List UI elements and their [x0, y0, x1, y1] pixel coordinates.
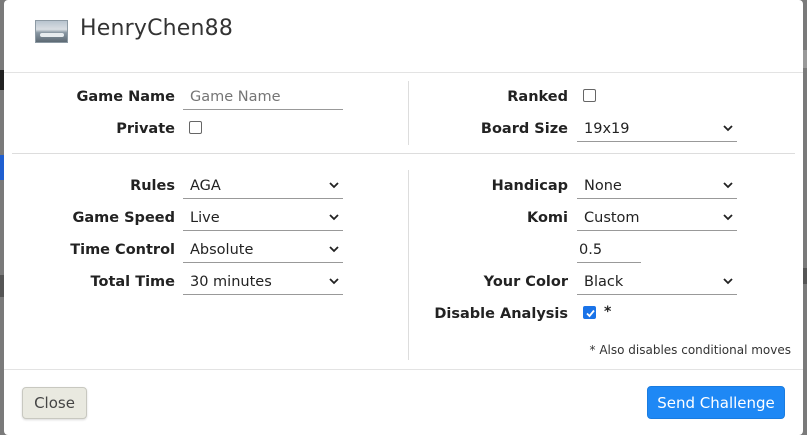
chevron-down-icon [329, 182, 339, 189]
disable-analysis-checkbox[interactable] [583, 306, 596, 319]
your-color-label: Your Color [483, 274, 568, 290]
avatar [35, 20, 68, 43]
disable-analysis-asterisk: * [604, 304, 612, 320]
your-color-value: Black [584, 274, 624, 290]
disable-analysis-label: Disable Analysis [434, 306, 568, 322]
private-checkbox[interactable] [189, 121, 202, 134]
game-speed-select[interactable]: Live [183, 205, 343, 231]
checkmark-icon [586, 309, 595, 318]
ranked-label: Ranked [507, 89, 568, 105]
challenge-dialog: HenryChen88 Game Name Private Ranked Boa… [4, 0, 803, 435]
section-divider [12, 153, 795, 154]
board-size-value: 19x19 [584, 121, 630, 137]
board-size-label: Board Size [480, 121, 568, 137]
total-time-value: 30 minutes [190, 274, 272, 290]
game-name-input[interactable] [183, 84, 343, 110]
dialog-footer: Close Send Challenge [4, 369, 803, 435]
private-label: Private [116, 121, 175, 137]
send-challenge-button[interactable]: Send Challenge [647, 386, 785, 419]
chevron-down-icon [723, 214, 733, 221]
total-time-select[interactable]: 30 minutes [183, 269, 343, 295]
opponent-username[interactable]: HenryChen88 [80, 16, 233, 41]
handicap-value: None [584, 178, 622, 194]
chevron-down-icon [723, 182, 733, 189]
chevron-down-icon [329, 278, 339, 285]
komi-select[interactable]: Custom [577, 205, 737, 231]
conditional-moves-note: * Also disables conditional moves [589, 343, 791, 357]
chevron-down-icon [723, 278, 733, 285]
backdrop-fragment [803, 50, 807, 68]
column-divider [408, 170, 409, 360]
handicap-select[interactable]: None [577, 173, 737, 199]
komi-label: Komi [526, 210, 568, 226]
time-control-value: Absolute [190, 242, 254, 258]
chevron-down-icon [723, 125, 733, 132]
rules-value: AGA [190, 178, 221, 194]
close-button[interactable]: Close [22, 387, 87, 419]
chevron-down-icon [329, 214, 339, 221]
rules-label: Rules [130, 178, 175, 194]
board-size-select[interactable]: 19x19 [577, 116, 737, 142]
chevron-down-icon [329, 246, 339, 253]
your-color-select[interactable]: Black [577, 269, 737, 295]
time-control-label: Time Control [70, 242, 175, 258]
total-time-label: Total Time [90, 274, 175, 290]
column-divider [408, 81, 409, 145]
komi-value: Custom [584, 210, 640, 226]
handicap-label: Handicap [491, 178, 568, 194]
game-name-label: Game Name [76, 89, 175, 105]
rules-select[interactable]: AGA [183, 173, 343, 199]
game-speed-label: Game Speed [72, 210, 175, 226]
dialog-header: HenryChen88 [4, 0, 803, 73]
game-speed-value: Live [190, 210, 220, 226]
ranked-checkbox[interactable] [583, 89, 596, 102]
time-control-select[interactable]: Absolute [183, 237, 343, 263]
komi-custom-input[interactable]: 0.5 [577, 237, 641, 263]
backdrop-fragment [803, 268, 807, 284]
